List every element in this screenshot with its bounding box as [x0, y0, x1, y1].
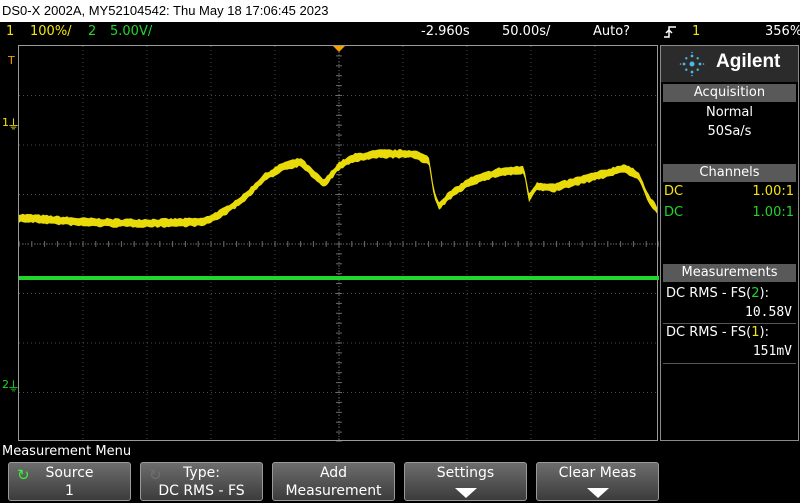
softkey-label: Source — [45, 465, 94, 481]
softkey-value: 1 — [65, 483, 74, 499]
softkey-value: Measurement — [285, 483, 382, 499]
source-softkey[interactable]: ↻ Source 1 — [8, 462, 131, 501]
acquisition-mode: Normal — [705, 105, 754, 120]
title-bar: DS0-X 2002A, MY52104542: Thu May 18 17:0… — [0, 0, 800, 22]
type-softkey[interactable]: ↻ Type: DC RMS - FS — [140, 462, 263, 501]
menu-title: Measurement Menu — [2, 444, 132, 459]
channels-header[interactable]: Channels — [663, 164, 796, 182]
rising-edge-icon — [663, 25, 677, 39]
divider — [663, 363, 796, 364]
trigger-level-marker: T — [8, 54, 15, 67]
side-panel: Agilent Acquisition Normal 50Sa/s Channe… — [660, 45, 799, 441]
softkey-value: DC RMS - FS — [158, 483, 245, 499]
channel-2-trace — [19, 276, 659, 280]
ch2-probe: 1.00:1 — [752, 205, 794, 220]
title-text: DS0-X 2002A, MY52104542: Thu May 18 17:0… — [2, 3, 329, 18]
acquisition-rate: 50Sa/s — [707, 124, 752, 139]
softkey-label: Settings — [436, 465, 495, 481]
down-arrow-icon — [454, 488, 477, 498]
ch1-probe: 1.00:1 — [752, 184, 794, 199]
settings-softkey[interactable]: Settings — [404, 462, 527, 501]
brand-name: Agilent — [716, 51, 781, 72]
add-measurement-softkey[interactable]: Add Measurement — [272, 462, 395, 501]
ch1-scale[interactable]: 100%/ — [30, 22, 72, 42]
status-bar: 1 100%/ 2 5.00V/ -2.960s 50.00s/ Auto? 1… — [0, 22, 800, 42]
trigger-source[interactable]: 1 — [692, 22, 700, 42]
measurements-header[interactable]: Measurements — [663, 264, 796, 282]
waveform-graticule — [19, 46, 659, 442]
clear-meas-softkey[interactable]: Clear Meas — [536, 462, 659, 501]
channel-1-trace — [19, 149, 657, 228]
softkey-label: Add — [319, 465, 348, 481]
trigger-position-icon — [333, 46, 345, 52]
trigger-level[interactable]: 356% — [765, 22, 800, 42]
ch2-number[interactable]: 2 — [88, 22, 96, 42]
down-arrow-icon — [586, 488, 609, 498]
measurement-label: DC RMS - FS(2): — [666, 286, 769, 301]
measurement-value: 151mV — [752, 344, 792, 359]
time-delay[interactable]: -2.960s — [421, 22, 470, 42]
softkey-label: Clear Meas — [558, 465, 637, 481]
ch1-coupling: DC — [664, 184, 684, 199]
waveform-display[interactable] — [18, 45, 659, 442]
brand-header: Agilent — [661, 46, 798, 82]
measurement-label: DC RMS - FS(1): — [666, 325, 769, 340]
ch2-scale[interactable]: 5.00V/ — [110, 22, 152, 42]
trigger-mode[interactable]: Auto? — [593, 22, 630, 42]
time-scale[interactable]: 50.00s/ — [502, 22, 550, 42]
measurement-value: 10.58V — [745, 305, 792, 320]
ch2-coupling: DC — [664, 205, 684, 220]
acquisition-header[interactable]: Acquisition — [663, 84, 796, 102]
agilent-spark-icon — [679, 51, 705, 77]
ch1-number[interactable]: 1 — [6, 22, 14, 42]
softkey-label: Type: — [183, 465, 220, 481]
